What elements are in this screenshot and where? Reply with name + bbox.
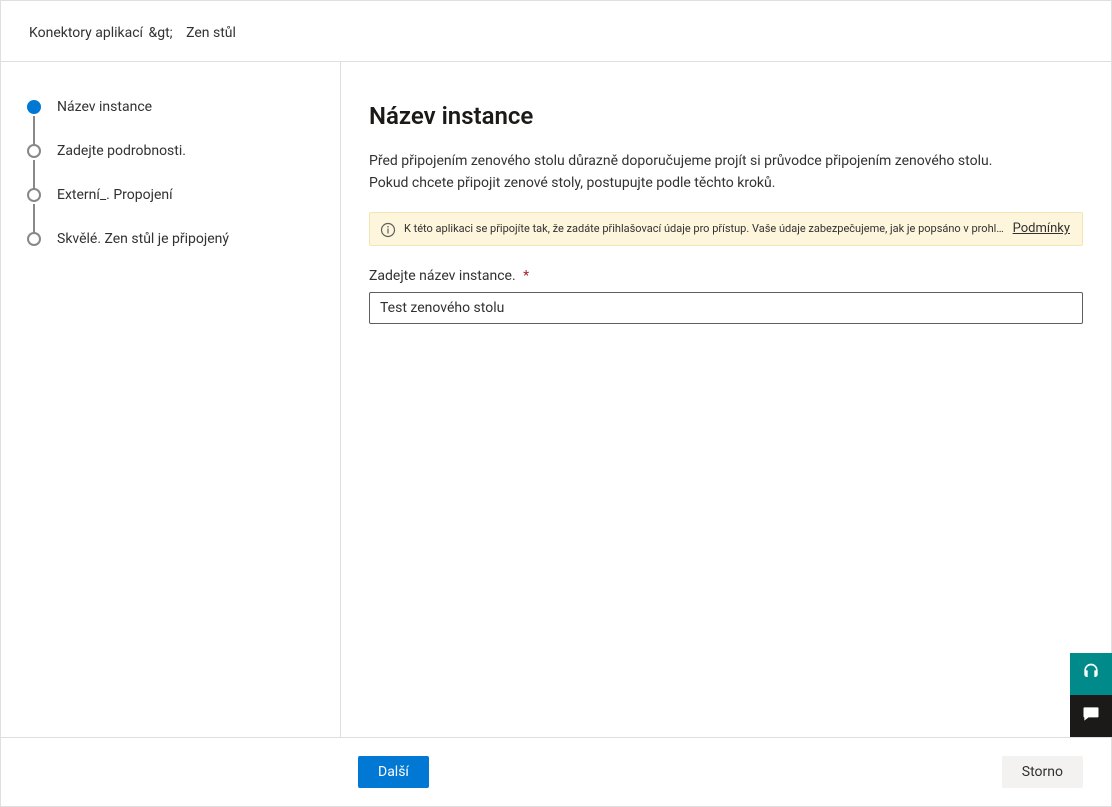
instance-name-label: Zadejte název instance. * xyxy=(369,268,1083,284)
support-button[interactable] xyxy=(1070,653,1112,695)
info-banner-text: K této aplikaci se připojíte tak, že zad… xyxy=(404,219,1005,236)
breadcrumb-root[interactable]: Konektory aplikací xyxy=(29,25,143,41)
headset-icon xyxy=(1081,662,1101,686)
step-bullet-icon xyxy=(27,144,41,158)
breadcrumb-separator: &gt; xyxy=(147,25,175,41)
step-item-2[interactable]: Externí_. Propojení xyxy=(27,186,320,230)
info-banner: K této aplikaci se připojíte tak, že zad… xyxy=(369,212,1083,246)
page-title: Název instance xyxy=(369,102,1083,130)
step-bullet-icon xyxy=(27,100,41,114)
chat-icon xyxy=(1081,704,1101,728)
wizard-stepper: Název instance Zadejte podrobnosti. Extern… xyxy=(1,62,341,737)
step-label: Externí_. Propojení xyxy=(57,186,173,204)
step-label: Skvělé. Zen stůl je připojený xyxy=(57,230,229,248)
step-label: Zadejte podrobnosti. xyxy=(57,142,186,160)
cancel-button[interactable]: Storno xyxy=(1002,756,1083,788)
step-label: Název instance xyxy=(57,98,152,116)
main-content: Název instance Před připojením zenového … xyxy=(341,62,1111,737)
footer-bar: Další Storno xyxy=(1,737,1111,806)
info-icon xyxy=(380,222,396,238)
step-item-1[interactable]: Zadejte podrobnosti. xyxy=(27,142,320,186)
instance-name-input[interactable] xyxy=(369,292,1083,324)
step-bullet-icon xyxy=(27,232,41,246)
breadcrumb: Konektory aplikací &gt; Zen stůl xyxy=(1,1,1111,61)
step-item-3[interactable]: Skvělé. Zen stůl je připojený xyxy=(27,230,320,274)
feedback-button[interactable] xyxy=(1070,695,1112,737)
required-marker: * xyxy=(519,268,529,284)
next-button[interactable]: Další xyxy=(358,756,429,788)
step-bullet-icon xyxy=(27,188,41,202)
breadcrumb-current: Zen stůl xyxy=(178,25,236,41)
page-description: Před připojením zenového stolu důrazně d… xyxy=(369,150,1083,194)
terms-link[interactable]: Podmínky xyxy=(1013,219,1070,236)
step-item-0[interactable]: Název instance xyxy=(27,98,320,142)
